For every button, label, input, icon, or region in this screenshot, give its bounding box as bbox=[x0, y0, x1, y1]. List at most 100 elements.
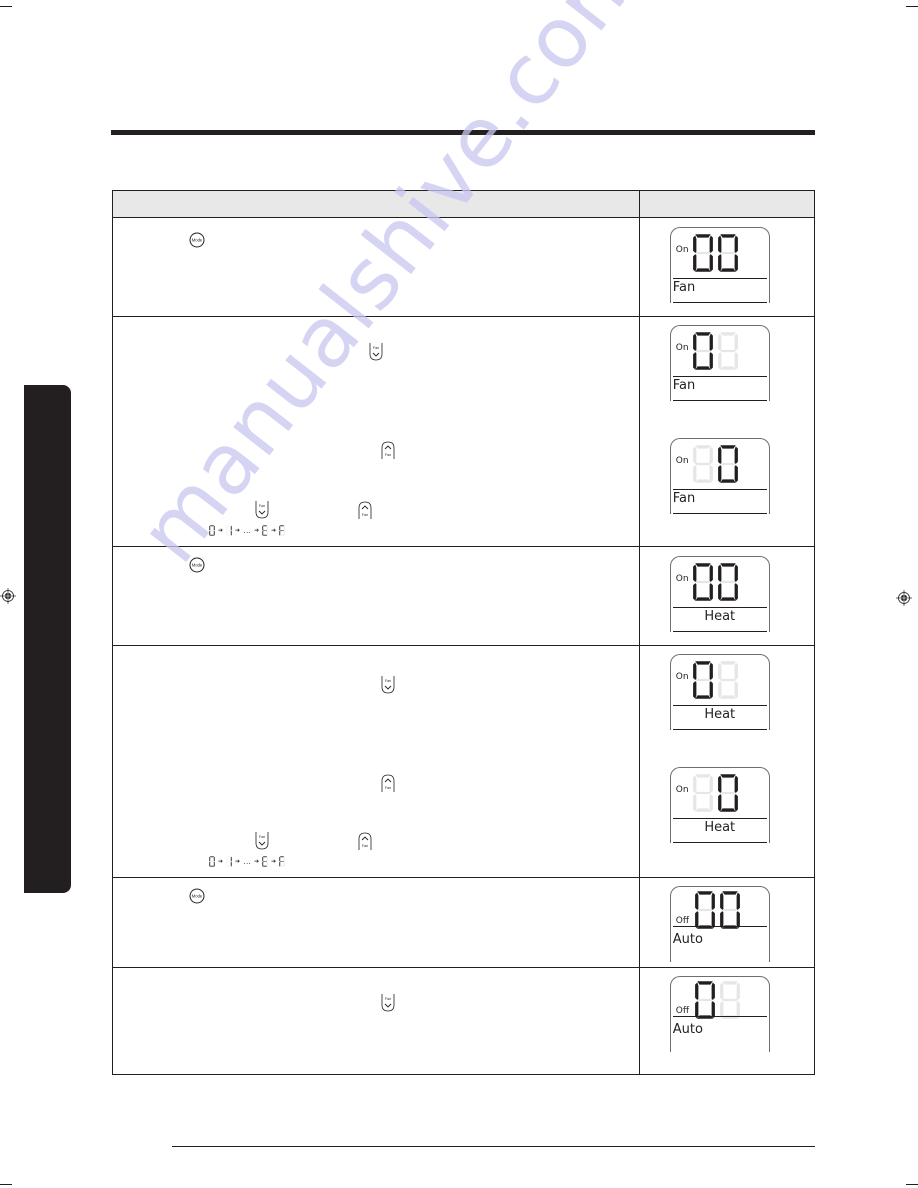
segment-e bbox=[279, 861, 281, 867]
fan-down-button-icon[interactable]: Fan bbox=[369, 343, 383, 361]
fan-down-button[interactable]: Fan bbox=[255, 501, 269, 524]
fan-button-label: Fan bbox=[259, 504, 265, 508]
fan-up-button[interactable]: Fan bbox=[381, 441, 395, 464]
segment-f bbox=[717, 564, 722, 582]
mode-button[interactable]: Mode bbox=[189, 888, 205, 909]
segment-g bbox=[722, 908, 738, 912]
fan-up-button-icon[interactable]: Fan bbox=[381, 441, 395, 459]
fan-up-button[interactable]: Fan bbox=[358, 832, 372, 855]
segment-b bbox=[734, 775, 738, 793]
lcd-digits bbox=[692, 331, 739, 371]
power-state-label: On bbox=[675, 672, 689, 682]
lcd-display: On Heat bbox=[669, 654, 772, 730]
fan-down-button[interactable]: Fan bbox=[255, 832, 269, 855]
segment-b bbox=[266, 525, 268, 531]
segment-a bbox=[720, 563, 736, 567]
segment-b bbox=[736, 982, 740, 1000]
section-side-tab bbox=[24, 385, 71, 893]
segment-a bbox=[262, 525, 268, 527]
lcd-digits bbox=[692, 773, 739, 813]
segment-d bbox=[720, 695, 736, 699]
segment-g bbox=[209, 861, 215, 862]
segment-g bbox=[722, 998, 738, 1002]
segment-e bbox=[692, 794, 697, 812]
fan-down-button[interactable]: Fan bbox=[369, 343, 383, 366]
segment-c bbox=[734, 794, 738, 812]
lcd-digits bbox=[692, 562, 739, 602]
mode-button-icon[interactable]: Mode bbox=[189, 557, 205, 573]
lcd-display: On Fan bbox=[669, 227, 772, 303]
sequence-digit-F bbox=[279, 525, 285, 536]
segment-b bbox=[711, 982, 715, 1000]
seven-segment-digit bbox=[692, 332, 713, 370]
segment-c bbox=[213, 530, 215, 536]
segment-d bbox=[720, 366, 736, 370]
segment-g bbox=[720, 678, 736, 682]
segment-e bbox=[692, 681, 697, 699]
segment-a bbox=[695, 563, 711, 567]
fan-up-button[interactable]: Fan bbox=[381, 774, 395, 797]
steps-table: Mode On Fan Fan Fan Fan Fan ➔ ➔… ➔ ➔ On Fan On Fan Mode… bbox=[112, 190, 816, 1075]
segment-g bbox=[697, 908, 713, 912]
segment-b bbox=[734, 446, 738, 464]
fan-button-label: Fan bbox=[385, 679, 391, 683]
lcd-display: On Fan bbox=[669, 438, 772, 514]
fan-down-button[interactable]: Fan bbox=[381, 994, 395, 1017]
seven-segment-digit bbox=[717, 661, 738, 699]
segment-e bbox=[692, 254, 697, 272]
segment-a bbox=[695, 445, 711, 449]
segment-g bbox=[695, 791, 711, 795]
lcd-underline bbox=[672, 842, 767, 843]
segment-f bbox=[719, 982, 724, 1000]
segment-c bbox=[734, 583, 738, 601]
lcd-digits bbox=[692, 444, 739, 484]
segment-c bbox=[734, 352, 738, 370]
segment-a bbox=[226, 525, 232, 527]
crop-mark-top-left bbox=[0, 6, 12, 7]
section-title-rule bbox=[111, 130, 815, 135]
header-display bbox=[638, 190, 816, 218]
seven-segment-digit bbox=[692, 445, 713, 483]
segment-c bbox=[230, 861, 232, 867]
segment-c bbox=[709, 681, 713, 699]
fan-down-button[interactable]: Fan bbox=[381, 676, 395, 699]
segment-a bbox=[720, 234, 736, 238]
mode-button[interactable]: Mode bbox=[189, 232, 205, 253]
sequence-digit-0 bbox=[209, 856, 215, 867]
lcd-divider bbox=[672, 818, 767, 819]
display-cell: Off Auto bbox=[638, 877, 816, 968]
segment-f bbox=[692, 775, 697, 793]
segment-c bbox=[283, 530, 285, 536]
mode-button-icon[interactable]: Mode bbox=[189, 888, 205, 904]
segment-a bbox=[262, 856, 268, 858]
sequence-ellipsis: … bbox=[243, 526, 252, 535]
fan-down-button-icon[interactable]: Fan bbox=[381, 676, 395, 694]
fan-down-button-icon[interactable]: Fan bbox=[255, 501, 269, 519]
segment-e bbox=[209, 530, 211, 536]
fan-up-button-icon[interactable]: Fan bbox=[381, 774, 395, 792]
segment-a bbox=[280, 525, 285, 527]
sequence-digit-1 bbox=[226, 525, 232, 536]
lcd-display: On Fan bbox=[669, 325, 772, 401]
segment-d bbox=[720, 597, 736, 601]
fan-up-button-icon[interactable]: Fan bbox=[358, 501, 372, 519]
lcd-digits bbox=[692, 660, 739, 700]
segment-c bbox=[230, 530, 232, 536]
fan-up-button[interactable]: Fan bbox=[358, 501, 372, 524]
mode-button[interactable]: Mode bbox=[189, 557, 205, 578]
fan-down-button-icon[interactable]: Fan bbox=[255, 832, 269, 850]
segment-c bbox=[734, 465, 738, 483]
table-row: Mode On Fan bbox=[112, 217, 816, 317]
segment-b bbox=[734, 333, 738, 351]
segment-f bbox=[717, 662, 722, 680]
seven-segment-digit bbox=[694, 981, 715, 1019]
mode-button-icon[interactable]: Mode bbox=[189, 232, 205, 248]
step-description-cell: Mode bbox=[112, 217, 640, 317]
segment-d bbox=[720, 808, 736, 812]
segment-g bbox=[695, 349, 711, 353]
segment-f bbox=[692, 446, 697, 464]
power-state-label: Off bbox=[675, 916, 690, 926]
segment-e bbox=[209, 861, 211, 867]
fan-down-button-icon[interactable]: Fan bbox=[381, 994, 395, 1012]
fan-up-button-icon[interactable]: Fan bbox=[358, 832, 372, 850]
